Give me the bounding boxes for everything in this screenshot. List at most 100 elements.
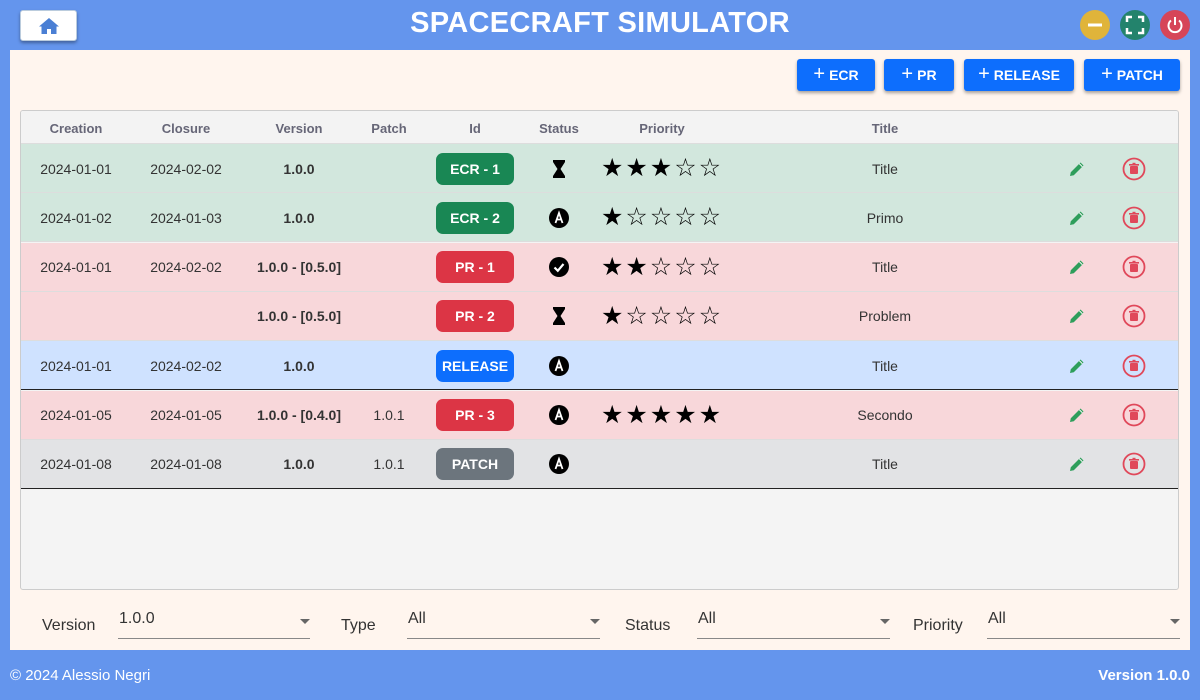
id-badge[interactable]: PR - 2 — [436, 300, 514, 333]
maximize-button[interactable] — [1120, 10, 1150, 40]
delete-button[interactable] — [1114, 440, 1154, 489]
trash-icon — [1122, 255, 1146, 279]
table-row[interactable]: 1.0.0 - [0.5.0] PR - 2 ★☆☆☆☆ Problem — [21, 291, 1178, 341]
id-badge[interactable]: PR - 3 — [436, 399, 514, 431]
priority-stars[interactable]: ★★★☆☆ — [601, 156, 723, 181]
filter-status-select[interactable]: All — [697, 610, 890, 639]
circle-a-icon — [549, 355, 569, 376]
priority-stars[interactable]: ★☆☆☆☆ — [601, 303, 723, 329]
priority-stars[interactable]: ★★☆☆☆ — [601, 254, 723, 280]
minimize-button[interactable] — [1080, 10, 1110, 40]
delete-button[interactable] — [1114, 243, 1154, 292]
cell-patch — [359, 243, 419, 292]
filter-priority-label: Priority — [913, 617, 963, 634]
edit-button[interactable] — [1057, 440, 1097, 489]
cell-patch — [359, 193, 419, 242]
delete-button[interactable] — [1114, 391, 1154, 440]
header-status[interactable]: Status — [529, 121, 589, 136]
circle-a-icon — [549, 207, 569, 228]
header-closure[interactable]: Closure — [146, 121, 226, 136]
table-row[interactable]: 2024-01-05 2024-01-05 1.0.0 - [0.4.0] 1.0.1… — [21, 390, 1178, 440]
delete-button[interactable] — [1114, 292, 1154, 341]
delete-button[interactable] — [1114, 144, 1154, 193]
app-title: SPACECRAFT SIMULATOR — [410, 7, 790, 39]
minimize-icon — [1088, 23, 1102, 27]
add-release-button[interactable]: + RELEASE — [964, 59, 1074, 91]
filter-priority-select[interactable]: All — [987, 610, 1180, 639]
pencil-icon — [1070, 309, 1084, 324]
filter-version-label: Version — [42, 617, 96, 634]
table-header: Creation Closure Version Patch Id Status… — [21, 111, 1178, 144]
filter-type-select[interactable]: All — [407, 610, 600, 639]
table-row[interactable]: 2024-01-01 2024-02-02 1.0.0 - [0.5.0] PR - … — [21, 242, 1178, 292]
pencil-icon — [1070, 211, 1084, 225]
cell-status — [539, 193, 579, 242]
header-title[interactable]: Title — [845, 121, 925, 136]
edit-button[interactable] — [1057, 341, 1097, 390]
cell-priority — [599, 341, 725, 390]
cell-title: Title — [872, 357, 898, 374]
edit-button[interactable] — [1057, 144, 1097, 193]
cell-status — [539, 292, 579, 341]
cell-status — [539, 243, 579, 292]
dropdown-arrow-icon — [1170, 619, 1180, 624]
add-pr-button[interactable]: + PR — [884, 59, 954, 91]
pencil-icon — [1070, 408, 1084, 422]
close-button[interactable] — [1160, 10, 1190, 40]
filter-version-select[interactable]: 1.0.0 — [118, 610, 310, 639]
id-badge[interactable]: PATCH — [436, 448, 514, 481]
table-row[interactable]: 2024-01-02 2024-01-03 1.0.0 ECR - 2 ★☆☆☆☆ Pri… — [21, 193, 1178, 243]
header-patch[interactable]: Patch — [359, 121, 419, 136]
priority-stars[interactable]: ★★★★★ — [601, 402, 723, 428]
header-creation[interactable]: Creation — [36, 121, 116, 136]
id-badge[interactable]: ECR - 1 — [436, 152, 514, 185]
cell-title: Title — [872, 456, 898, 473]
cell-creation: 2024-01-08 — [40, 456, 112, 473]
edit-button[interactable] — [1057, 391, 1097, 440]
edit-button[interactable] — [1057, 292, 1097, 341]
cell-id: PATCH — [435, 440, 515, 489]
id-badge[interactable]: RELEASE — [436, 349, 514, 382]
cell-closure: 2024-01-05 — [150, 407, 222, 423]
hourglass-icon — [553, 307, 565, 326]
trash-icon — [1122, 354, 1146, 378]
trash-icon — [1122, 452, 1146, 476]
cell-creation: 2024-01-01 — [40, 160, 112, 177]
cell-status — [539, 144, 579, 193]
cell-priority: ★☆☆☆☆ — [599, 193, 725, 242]
cell-creation: 2024-01-05 — [40, 407, 112, 423]
delete-button[interactable] — [1114, 193, 1154, 242]
cell-closure: 2024-02-02 — [150, 357, 222, 374]
header-version[interactable]: Version — [259, 121, 339, 136]
cell-closure — [141, 292, 231, 341]
cell-version: 1.0.0 - [0.5.0] — [256, 259, 342, 276]
delete-button[interactable] — [1114, 341, 1154, 390]
cell-priority — [599, 440, 725, 489]
cell-closure: 2024-02-02 — [150, 259, 222, 276]
cell-title: Problem — [858, 308, 912, 325]
cell-id: ECR - 1 — [435, 144, 515, 193]
id-badge[interactable]: PR - 1 — [436, 251, 514, 284]
cell-creation: 2024-01-02 — [40, 209, 112, 226]
id-badge[interactable]: ECR - 2 — [436, 201, 514, 234]
circle-a-icon — [549, 405, 569, 425]
table-row[interactable]: 2024-01-08 2024-01-08 1.0.0 1.0.1 PATCH Title — [21, 439, 1178, 489]
priority-stars[interactable]: ★☆☆☆☆ — [601, 205, 723, 230]
cell-patch — [359, 144, 419, 193]
dropdown-arrow-icon — [300, 619, 310, 624]
cell-id: ECR - 2 — [435, 193, 515, 242]
trash-icon — [1122, 206, 1146, 230]
plus-icon: + — [813, 63, 826, 85]
header-id[interactable]: Id — [455, 121, 495, 136]
cell-id: PR - 2 — [435, 292, 515, 341]
app-version-text: Version 1.0.0 — [1098, 667, 1190, 684]
add-ecr-button[interactable]: + ECR — [797, 59, 875, 91]
header-priority[interactable]: Priority — [622, 121, 702, 136]
add-patch-button[interactable]: + PATCH — [1084, 59, 1180, 91]
table-row[interactable]: 2024-01-01 2024-02-02 1.0.0 RELEASE Title — [21, 341, 1178, 391]
edit-button[interactable] — [1057, 243, 1097, 292]
edit-button[interactable] — [1057, 193, 1097, 242]
table-row[interactable]: 2024-01-01 2024-02-02 1.0.0 ECR - 1 ★★★☆☆ Tit… — [21, 144, 1178, 193]
cell-creation: 2024-01-01 — [40, 259, 112, 276]
cell-version: 1.0.0 — [283, 357, 315, 374]
